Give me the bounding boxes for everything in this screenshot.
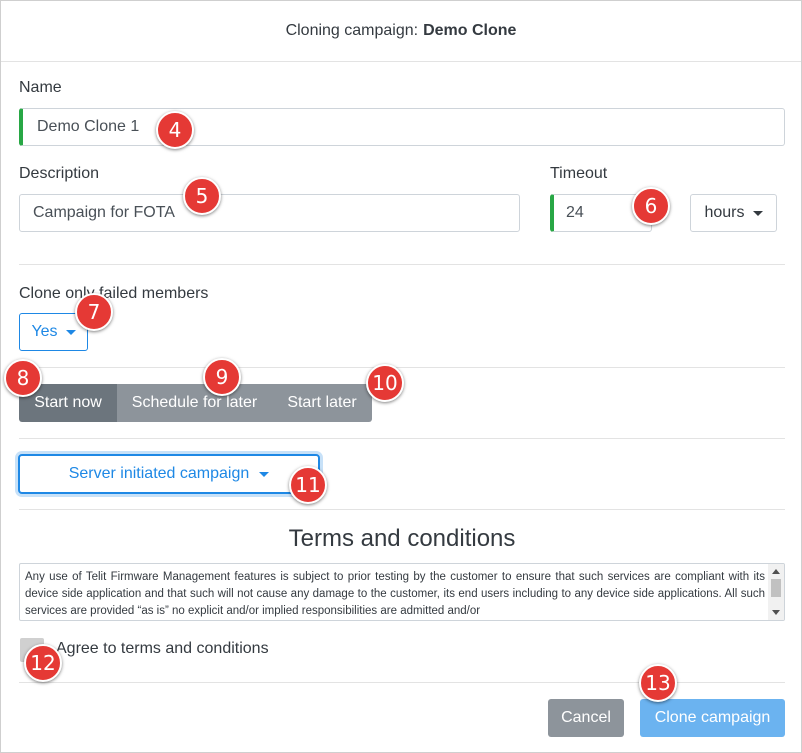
- scroll-thumb[interactable]: [771, 579, 781, 597]
- callout-badge: 9: [203, 358, 241, 396]
- timeout-unit-dropdown[interactable]: hours: [690, 194, 777, 232]
- clone-campaign-button[interactable]: Clone campaign: [640, 699, 785, 737]
- schedule-later-button[interactable]: Schedule for later: [117, 384, 272, 422]
- timeout-label: Timeout: [550, 165, 608, 182]
- callout-badge: 5: [183, 177, 221, 215]
- name-input-value: Demo Clone 1: [37, 118, 140, 135]
- clone-failed-label: Clone only failed members: [19, 285, 209, 302]
- campaign-type-label: Server initiated campaign: [68, 465, 250, 482]
- callout-badge: 13: [639, 664, 677, 702]
- divider: [19, 367, 785, 368]
- callout-badge: 6: [632, 187, 670, 225]
- terms-scrollbar[interactable]: [768, 564, 784, 620]
- terms-textarea[interactable]: Any use of Telit Firmware Management fea…: [19, 563, 785, 621]
- chevron-down-icon: [259, 471, 270, 477]
- name-input[interactable]: Demo Clone 1: [19, 108, 785, 146]
- divider: [19, 264, 785, 265]
- callout-badge: 7: [75, 293, 113, 331]
- timeout-unit-label: hours: [704, 204, 745, 221]
- terms-title: Terms and conditions: [288, 525, 516, 552]
- description-input-value: Campaign for FOTA: [33, 204, 175, 221]
- dialog-title-prefix: Cloning campaign:: [285, 22, 419, 39]
- clone-campaign-dialog: Cloning campaign: Demo Clone Name Demo C…: [0, 0, 802, 753]
- dialog-title-name: Demo Clone: [423, 22, 517, 39]
- terms-text: Any use of Telit Firmware Management fea…: [25, 571, 765, 617]
- description-label: Description: [19, 165, 100, 182]
- divider: [19, 509, 785, 510]
- start-later-button[interactable]: Start later: [272, 384, 372, 422]
- dialog-header: Cloning campaign: Demo Clone: [1, 1, 801, 62]
- callout-badge: 8: [4, 359, 42, 397]
- timeout-input-value: 24: [566, 204, 584, 221]
- agree-label[interactable]: Agree to terms and conditions: [56, 640, 269, 658]
- schedule-toggle-group: Start now Schedule for later Start later: [19, 384, 372, 422]
- clone-failed-value: Yes: [31, 323, 58, 340]
- callout-badge: 4: [156, 111, 194, 149]
- callout-badge: 10: [366, 364, 404, 402]
- scroll-up-icon[interactable]: [772, 569, 780, 574]
- description-input[interactable]: Campaign for FOTA: [19, 194, 520, 232]
- chevron-down-icon: [65, 329, 76, 335]
- callout-badge: 11: [289, 466, 327, 504]
- cancel-button[interactable]: Cancel: [548, 699, 624, 737]
- campaign-type-dropdown[interactable]: Server initiated campaign: [18, 454, 320, 494]
- name-label: Name: [19, 79, 62, 96]
- scroll-down-icon[interactable]: [772, 610, 780, 615]
- divider: [19, 438, 785, 439]
- callout-badge: 12: [24, 644, 62, 682]
- chevron-down-icon: [752, 210, 763, 216]
